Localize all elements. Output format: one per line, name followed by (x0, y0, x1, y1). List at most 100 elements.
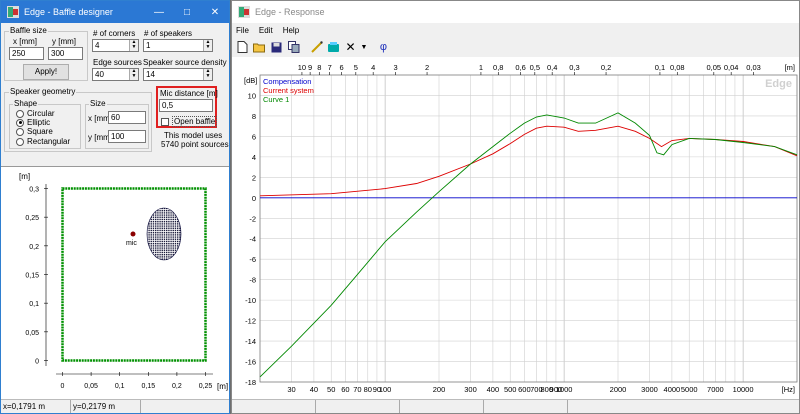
density-stepper[interactable]: 14 ▲ ▼ (143, 68, 213, 81)
baffle-x-input[interactable]: 250 (9, 47, 44, 60)
density-label: Speaker source density (143, 58, 227, 67)
y-tick-label: -18 (245, 378, 256, 387)
x-tick-label: 4000 (664, 385, 681, 394)
size-y-input[interactable]: 100 (108, 130, 146, 143)
copy-icon[interactable] (286, 40, 301, 55)
y-tick-label: 0,1 (29, 301, 39, 308)
plot-unit-label: [m] (19, 172, 30, 181)
x-tick-label: 2000 (610, 385, 627, 394)
open-baffle-checkbox[interactable]: Open baffle (161, 116, 218, 127)
top-tick-label: 10 (298, 63, 306, 72)
density-spin-icon[interactable]: ▲ ▼ (203, 69, 212, 80)
corners-label: # of corners (93, 29, 136, 38)
response-chart[interactable]: 1086420-2-4-6-8-10-12-14-16-18[dB]30 40 50… (232, 57, 800, 401)
x-tick-label: 300 (464, 385, 477, 394)
shape-radio-square[interactable]: Square (16, 127, 53, 136)
x-tick-label: 60 (341, 385, 349, 394)
x-tick-label: 0,05 (84, 383, 98, 390)
y-tick-label: -4 (249, 235, 256, 244)
phase-button[interactable]: φ (376, 40, 391, 55)
edge-sources-spin-icon[interactable]: ▲ ▼ (129, 69, 138, 80)
corners-spin-icon[interactable]: ▲ ▼ (129, 40, 138, 51)
menu-edit[interactable]: Edit (259, 23, 273, 38)
draw-curve-icon[interactable] (309, 40, 324, 55)
x-tick-label: 200 (433, 385, 446, 394)
radio-icon (16, 109, 24, 118)
status-x: x=0,1791 m (1, 400, 71, 413)
y-tick-label: 0,3 (29, 187, 39, 194)
top-tick-label: 0,04 (724, 63, 739, 72)
response-titlebar[interactable]: Edge - Response (232, 1, 799, 23)
graph-settings-icon[interactable] (326, 40, 341, 55)
top-tick-label: 0,4 (547, 63, 557, 72)
y-tick-label: 6 (252, 132, 256, 141)
minimize-icon[interactable]: — (145, 1, 173, 23)
response-window: Edge - Response File Edit Help ✕ ▼ φ 10 8… (231, 0, 800, 414)
x-tick-label: 50 (327, 385, 335, 394)
mic-marker-icon[interactable] (130, 231, 136, 237)
x-tick-label: 3000 (641, 385, 658, 394)
edge-sources-stepper[interactable]: 40 ▲ ▼ (92, 68, 139, 81)
x-tick-label: 80 (364, 385, 372, 394)
menu-file[interactable]: File (236, 23, 249, 38)
chart-watermark: Edge (765, 78, 792, 90)
x-tick-label: 40 (310, 385, 318, 394)
size-label: Size (89, 99, 107, 108)
open-folder-icon[interactable] (252, 40, 267, 55)
y-tick-label: -12 (245, 317, 256, 326)
y-tick-label: 4 (252, 153, 256, 162)
top-tick-label: 0,08 (670, 63, 685, 72)
speakers-stepper[interactable]: 1 ▲ ▼ (143, 39, 213, 52)
model-info-line1: This model uses (164, 131, 223, 140)
x-tick-label: 0,2 (172, 383, 182, 390)
mic-distance-label: Mic distance [m] (160, 89, 218, 98)
new-file-icon[interactable] (235, 40, 250, 55)
app-icon (238, 6, 250, 18)
top-tick-label: 2 (425, 63, 429, 72)
baffle-plot[interactable]: [m] 0,3 0,25 0,2 0,15 0,1 0,05 0 0 0,05 0,1 0,15 0,… (1, 166, 230, 399)
legend-entry: Compensation (263, 77, 311, 86)
status-empty (141, 400, 229, 413)
save-icon[interactable] (269, 40, 284, 55)
legend-entry: Current system (263, 86, 314, 95)
model-info-line2: 5740 point sources (161, 140, 229, 149)
shape-radio-circular[interactable]: Circular (16, 109, 55, 118)
top-tick-label: 3 (393, 63, 397, 72)
top-tick-label: 4 (371, 63, 375, 72)
top-tick-label: 0,05 (707, 63, 722, 72)
speakers-label: # of speakers (144, 29, 193, 38)
shape-radio-rectangular[interactable]: Rectangular (16, 137, 70, 146)
menubar: File Edit Help (232, 23, 799, 38)
x-tick-label: 1000 (556, 385, 573, 394)
x-tick-label: 0,15 (141, 383, 155, 390)
speakers-spin-icon[interactable]: ▲ ▼ (203, 40, 212, 51)
radio-icon (16, 127, 24, 136)
baffle-y-input[interactable]: 300 (48, 47, 83, 60)
corners-stepper[interactable]: 4 ▲ ▼ (92, 39, 139, 52)
density-value: 14 (146, 70, 155, 79)
mic-distance-input[interactable]: 0,5 (159, 99, 213, 112)
close-icon[interactable]: ✕ (201, 1, 229, 23)
status-y: y=0,2179 m (71, 400, 141, 413)
baffle-titlebar[interactable]: Edge - Baffle designer — □ ✕ (1, 1, 229, 23)
toolbar: ✕ ▼ φ (232, 38, 799, 56)
delete-curve-icon[interactable]: ✕ (343, 40, 358, 55)
status-cell-1 (232, 400, 316, 413)
y-tick-label: 0,2 (29, 244, 39, 251)
baffle-size-label: Baffle size (9, 26, 48, 35)
radio-selected-icon (16, 118, 24, 127)
response-window-title: Edge - Response (255, 7, 325, 17)
plot-x-unit: [m] (217, 382, 228, 391)
chevron-down-icon[interactable]: ▼ (360, 40, 368, 55)
x-tick-label: 0,1 (115, 383, 125, 390)
menu-help[interactable]: Help (283, 23, 299, 38)
apply-button[interactable]: Apply! (23, 64, 69, 80)
y-axis-label: [dB] (244, 76, 257, 85)
radio-icon (16, 137, 24, 146)
x-tick-label: 500 (504, 385, 517, 394)
shape-radio-elliptic[interactable]: Elliptic (16, 118, 50, 127)
y-tick-label: -6 (249, 255, 256, 264)
maximize-icon[interactable]: □ (173, 1, 201, 23)
size-x-input[interactable]: 60 (108, 111, 146, 124)
y-tick-label: 10 (248, 91, 256, 100)
